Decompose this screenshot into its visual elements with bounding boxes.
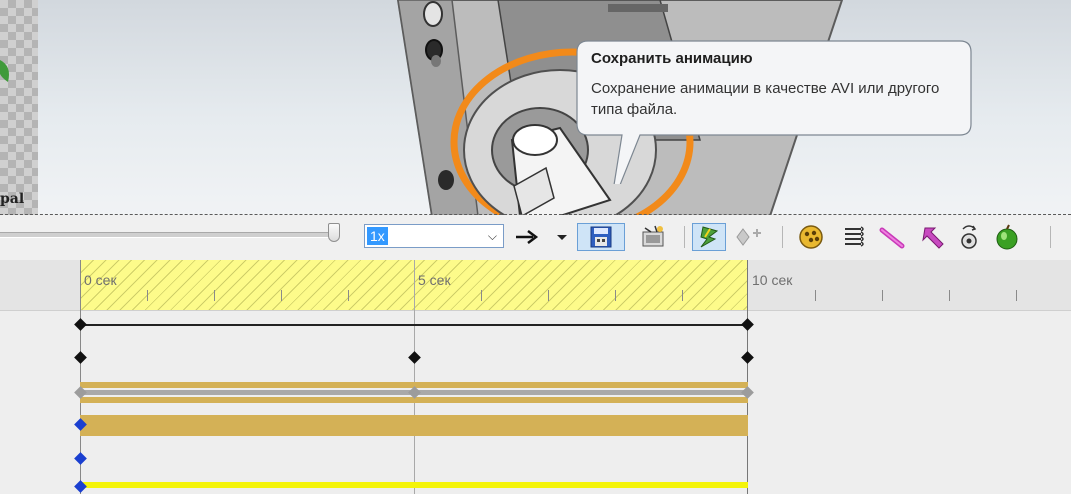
results-list-button[interactable] (838, 223, 868, 251)
apple-icon (996, 224, 1018, 250)
ruler-minor-tick (147, 290, 148, 301)
motion-study-properties-button[interactable] (794, 223, 828, 251)
toolbar-separator (684, 226, 685, 248)
ruler-minor-tick (682, 290, 683, 301)
ruler-minor-tick (348, 290, 349, 301)
partial-model-label: pal (0, 191, 25, 207)
timeline-slider-track[interactable] (0, 232, 333, 238)
time-gridline-5s (414, 260, 415, 494)
toolbar-separator (782, 226, 783, 248)
track-row-6-bar[interactable] (80, 482, 748, 488)
ruler-minor-tick (1016, 290, 1017, 301)
motor-icon (961, 225, 977, 249)
ruler-minor-tick (615, 290, 616, 301)
pencil-icon (879, 227, 905, 249)
animation-wizard-button[interactable] (636, 223, 670, 251)
chevron-down-icon[interactable]: ⌵ (488, 229, 497, 244)
ruler-minor-tick (949, 290, 950, 301)
ruler-minor-tick (214, 290, 215, 301)
ruler-minor-tick (815, 290, 816, 301)
timeline-slider-thumb[interactable] (328, 223, 340, 242)
tooltip-body: Сохранение анимации в качестве AVI или д… (591, 80, 940, 118)
ruler-label-10s: 10 сек (752, 272, 793, 288)
add-key-button[interactable] (730, 223, 770, 251)
save-animation-icon (590, 226, 612, 248)
time-gridline-10s (747, 260, 748, 494)
ruler-label-5s: 5 сек (418, 272, 451, 288)
ruler-minor-tick (281, 290, 282, 301)
playback-mode-dropdown[interactable] (553, 223, 571, 251)
animation-wizard-icon (642, 225, 664, 247)
save-animation-tooltip: Сохранить анимацию Сохранение анимации в… (576, 40, 972, 184)
toolbar-separator (1050, 226, 1051, 248)
spring-button[interactable] (876, 223, 910, 251)
list-icon (845, 226, 864, 247)
playback-speed-select[interactable]: 1x ⌵ (364, 224, 504, 248)
ruler-minor-tick (882, 290, 883, 301)
ruler-label-0s: 0 сек (84, 272, 117, 288)
save-animation-button[interactable] (577, 223, 625, 251)
gravity-button[interactable] (990, 223, 1024, 251)
calculate-icon (799, 225, 823, 249)
pointer-icon (922, 227, 944, 249)
add-key-icon (736, 228, 761, 246)
ruler-minor-tick (548, 290, 549, 301)
force-button[interactable] (916, 223, 950, 251)
ruler-minor-tick (481, 290, 482, 301)
track-row-4-bar[interactable] (80, 415, 748, 436)
lightning-icon (700, 226, 719, 248)
tooltip-title: Сохранить анимацию (591, 50, 753, 67)
motor-button[interactable] (954, 223, 984, 251)
dropdown-arrow-icon (557, 235, 567, 240)
playback-speed-value: 1x (367, 227, 388, 245)
play-direction-arrow-icon (516, 230, 539, 244)
calculate-button[interactable] (692, 223, 726, 251)
playback-mode-button[interactable] (512, 223, 542, 251)
track-row-1-line[interactable] (80, 324, 748, 326)
